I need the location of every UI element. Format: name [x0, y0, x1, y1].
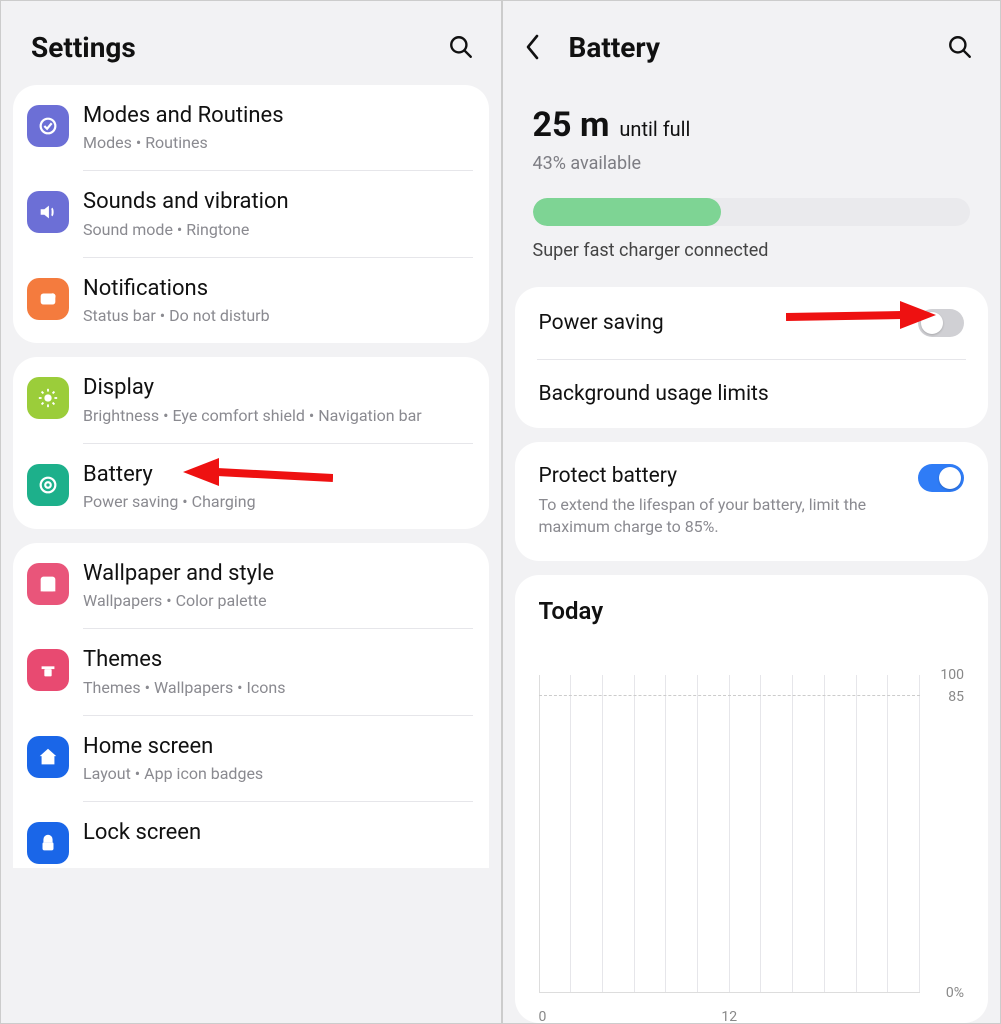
settings-item-home-screen[interactable]: Home screen Layout • App icon badges	[13, 716, 489, 801]
item-sub: Wallpapers • Color palette	[83, 591, 471, 610]
chevron-left-icon	[525, 34, 541, 60]
settings-item-notifications[interactable]: Notifications Status bar • Do not distur…	[13, 258, 489, 343]
item-label: Sounds and vibration	[83, 189, 471, 215]
chart-grid	[539, 675, 921, 993]
item-label: Home screen	[83, 734, 471, 760]
settings-group: Display Brightness • Eye comfort shield …	[13, 357, 489, 529]
x-label-mid: 12	[721, 1009, 737, 1023]
item-sub: Brightness • Eye comfort shield • Naviga…	[83, 406, 471, 425]
protect-battery-toggle[interactable]	[918, 464, 964, 492]
power-saving-row[interactable]: Power saving	[515, 287, 989, 359]
search-icon	[448, 34, 474, 60]
settings-item-sounds[interactable]: Sounds and vibration Sound mode • Ringto…	[13, 171, 489, 256]
settings-item-display[interactable]: Display Brightness • Eye comfort shield …	[13, 357, 489, 442]
protect-desc: To extend the lifespan of your battery, …	[539, 494, 907, 539]
y-label-0: 0%	[946, 985, 964, 1001]
page-title: Settings	[31, 31, 443, 64]
item-sub: Status bar • Do not disturb	[83, 306, 471, 325]
modes-icon	[27, 105, 69, 147]
home-icon	[27, 736, 69, 778]
power-saving-toggle[interactable]	[918, 309, 964, 337]
percent-available: 43% available	[533, 153, 971, 174]
chart-area: 100 85 0% 0 12	[539, 675, 965, 1023]
settings-item-lock-screen[interactable]: Lock screen	[13, 802, 489, 868]
lock-icon	[27, 822, 69, 864]
item-label: Battery	[83, 462, 471, 488]
battery-icon	[27, 464, 69, 506]
settings-header: Settings	[1, 1, 501, 85]
page-title: Battery	[569, 31, 943, 64]
y-label-85: 85	[948, 689, 964, 705]
power-options-card: Power saving Background usage limits	[515, 287, 989, 428]
battery-screen: Battery 25 m until full 43% available Su…	[501, 1, 1001, 1023]
item-label: Themes	[83, 647, 471, 673]
display-icon	[27, 377, 69, 419]
item-sub: Modes • Routines	[83, 133, 471, 152]
sound-icon	[27, 191, 69, 233]
item-label: Modes and Routines	[83, 103, 471, 129]
time-until-full: 25 m	[533, 105, 610, 145]
settings-item-modes-routines[interactable]: Modes and Routines Modes • Routines	[13, 85, 489, 170]
protect-label: Protect battery	[539, 464, 907, 488]
protect-battery-card: Protect battery To extend the lifespan o…	[515, 442, 989, 561]
item-label: Display	[83, 375, 471, 401]
x-labels: 0 12	[539, 1009, 921, 1023]
usage-chart-card[interactable]: Today 100 85 0% 0 12	[515, 575, 989, 1023]
battery-progress-fill	[533, 198, 721, 226]
background-usage-limits-row[interactable]: Background usage limits	[515, 360, 989, 428]
search-button[interactable]	[942, 29, 978, 65]
bg-limits-label: Background usage limits	[539, 382, 965, 406]
settings-group: Wallpaper and style Wallpapers • Color p…	[13, 543, 489, 868]
search-button[interactable]	[443, 29, 479, 65]
item-sub: Sound mode • Ringtone	[83, 220, 471, 239]
y-label-100: 100	[940, 667, 964, 683]
notifications-icon	[27, 278, 69, 320]
chart-ref-line-85	[539, 695, 921, 696]
settings-item-battery[interactable]: Battery Power saving • Charging	[13, 444, 489, 529]
battery-status: 25 m until full 43% available Super fast…	[503, 85, 1001, 287]
back-button[interactable]	[525, 34, 559, 60]
item-label: Notifications	[83, 276, 471, 302]
battery-header: Battery	[503, 1, 1001, 85]
themes-icon	[27, 649, 69, 691]
power-saving-label: Power saving	[539, 311, 919, 335]
item-label: Lock screen	[83, 820, 471, 846]
search-icon	[947, 34, 973, 60]
item-sub: Power saving • Charging	[83, 492, 471, 511]
item-sub: Layout • App icon badges	[83, 764, 471, 783]
chart-title: Today	[539, 597, 965, 625]
item-sub: Themes • Wallpapers • Icons	[83, 678, 471, 697]
settings-group: Modes and Routines Modes • Routines Soun…	[13, 85, 489, 343]
x-label-start: 0	[539, 1009, 547, 1023]
protect-battery-row[interactable]: Protect battery To extend the lifespan o…	[515, 442, 989, 561]
charger-status: Super fast charger connected	[533, 240, 971, 279]
settings-screen: Settings Modes and Routines Modes • Rout…	[1, 1, 501, 1023]
wallpaper-icon	[27, 563, 69, 605]
time-suffix: until full	[619, 117, 690, 141]
item-label: Wallpaper and style	[83, 561, 471, 587]
settings-item-wallpaper[interactable]: Wallpaper and style Wallpapers • Color p…	[13, 543, 489, 628]
battery-progress	[533, 198, 971, 226]
settings-item-themes[interactable]: Themes Themes • Wallpapers • Icons	[13, 629, 489, 714]
